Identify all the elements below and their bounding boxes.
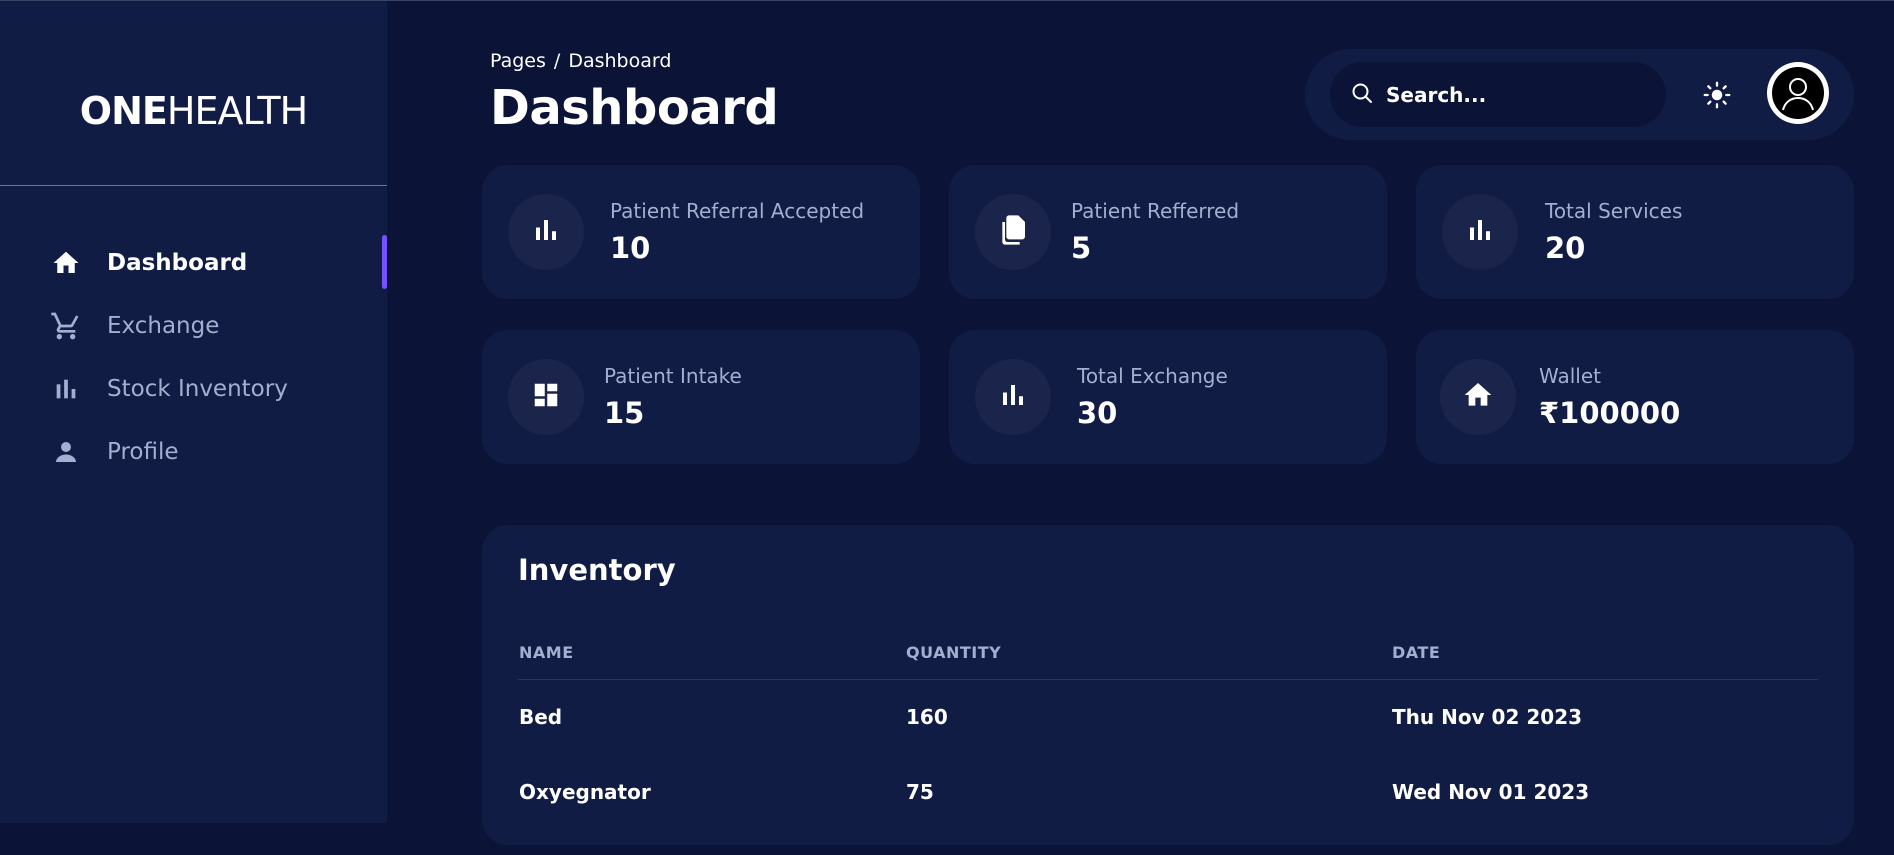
stat-value: 20 xyxy=(1545,231,1586,265)
brand-logo-light: HEALTH xyxy=(166,89,308,133)
brand-logo-bold: ONE xyxy=(79,89,168,133)
sidebar: ONEHEALTH Dashboard Exchange Stock Inven… xyxy=(0,1,387,823)
stat-icon-circle xyxy=(508,359,584,435)
cell-quantity: 75 xyxy=(906,780,934,804)
brand-logo[interactable]: ONEHEALTH xyxy=(0,89,387,133)
stat-label: Patient Referral Accepted xyxy=(610,199,865,223)
stat-value: 15 xyxy=(604,396,645,430)
stat-icon-circle xyxy=(975,359,1051,435)
stat-label: Wallet xyxy=(1539,364,1602,388)
stat-label: Patient Refferred xyxy=(1071,199,1240,223)
sun-icon[interactable] xyxy=(1703,81,1731,109)
sidebar-item-label: Dashboard xyxy=(107,249,248,276)
sidebar-item-stock-inventory[interactable]: Stock Inventory xyxy=(0,357,387,420)
home-icon xyxy=(1462,379,1494,415)
table-header-divider xyxy=(518,679,1818,680)
sidebar-item-profile[interactable]: Profile xyxy=(0,420,387,483)
search-icon xyxy=(1350,81,1374,109)
stat-label: Total Exchange xyxy=(1077,364,1228,388)
stat-label: Total Services xyxy=(1545,199,1683,223)
header-toolbar xyxy=(1305,49,1854,140)
stat-card-total-exchange: Total Exchange 30 xyxy=(949,330,1387,464)
sidebar-item-label: Exchange xyxy=(107,312,220,339)
home-icon xyxy=(50,247,82,279)
bar-chart-icon xyxy=(531,215,561,249)
bar-chart-icon xyxy=(1465,215,1495,249)
breadcrumb-current[interactable]: Dashboard xyxy=(568,50,671,72)
stat-card-patient-referred: Patient Refferred 5 xyxy=(949,165,1387,299)
cell-date: Thu Nov 02 2023 xyxy=(1392,705,1583,729)
cell-date: Wed Nov 01 2023 xyxy=(1392,780,1590,804)
column-header-date[interactable]: DATE xyxy=(1392,643,1440,662)
stat-card-wallet: Wallet ₹100000 xyxy=(1416,330,1854,464)
table-row[interactable]: Oxyegnator 75 Wed Nov 01 2023 xyxy=(482,780,1854,855)
search-box[interactable] xyxy=(1330,62,1666,127)
cell-name: Oxyegnator xyxy=(519,780,651,804)
sidebar-divider xyxy=(0,185,387,186)
cell-name: Bed xyxy=(519,705,563,729)
documents-icon xyxy=(997,214,1029,250)
sidebar-item-exchange[interactable]: Exchange xyxy=(0,294,387,357)
dashboard-grid-icon xyxy=(531,380,561,414)
stat-label: Patient Intake xyxy=(604,364,742,388)
stat-icon-circle xyxy=(508,194,584,270)
stat-icon-circle xyxy=(1440,359,1516,435)
stat-card-total-services: Total Services 20 xyxy=(1416,165,1854,299)
sidebar-nav: Dashboard Exchange Stock Inventory Profi… xyxy=(0,231,387,483)
breadcrumb-separator: / xyxy=(553,50,561,72)
stat-value: 10 xyxy=(610,231,651,265)
breadcrumb-root[interactable]: Pages xyxy=(490,50,546,72)
breadcrumb: Pages / Dashboard xyxy=(490,50,671,72)
sidebar-item-label: Stock Inventory xyxy=(107,375,288,402)
page-title: Dashboard xyxy=(490,80,779,136)
column-header-quantity[interactable]: QUANTITY xyxy=(906,643,1001,662)
cart-icon xyxy=(50,310,82,342)
bar-chart-icon xyxy=(50,373,82,405)
stat-value: 30 xyxy=(1077,396,1118,430)
avatar[interactable] xyxy=(1767,62,1829,124)
stat-icon-circle xyxy=(1442,194,1518,270)
active-indicator xyxy=(382,235,387,289)
search-input[interactable] xyxy=(1386,82,1646,107)
column-header-name[interactable]: NAME xyxy=(519,643,574,662)
inventory-panel: Inventory NAME QUANTITY DATE Bed 160 Thu… xyxy=(482,525,1854,845)
stat-card-patient-referral-accepted: Patient Referral Accepted 10 xyxy=(482,165,920,299)
user-avatar-icon xyxy=(1772,67,1824,119)
sidebar-item-dashboard[interactable]: Dashboard xyxy=(0,231,387,294)
person-icon xyxy=(50,436,82,468)
stat-value: ₹100000 xyxy=(1539,396,1681,430)
bar-chart-icon xyxy=(998,380,1028,414)
stat-value: 5 xyxy=(1071,231,1092,265)
table-row[interactable]: Bed 160 Thu Nov 02 2023 xyxy=(482,705,1854,780)
sidebar-item-label: Profile xyxy=(107,438,179,465)
inventory-title: Inventory xyxy=(518,553,676,587)
cell-quantity: 160 xyxy=(906,705,948,729)
stat-card-patient-intake: Patient Intake 15 xyxy=(482,330,920,464)
stat-icon-circle xyxy=(975,194,1051,270)
